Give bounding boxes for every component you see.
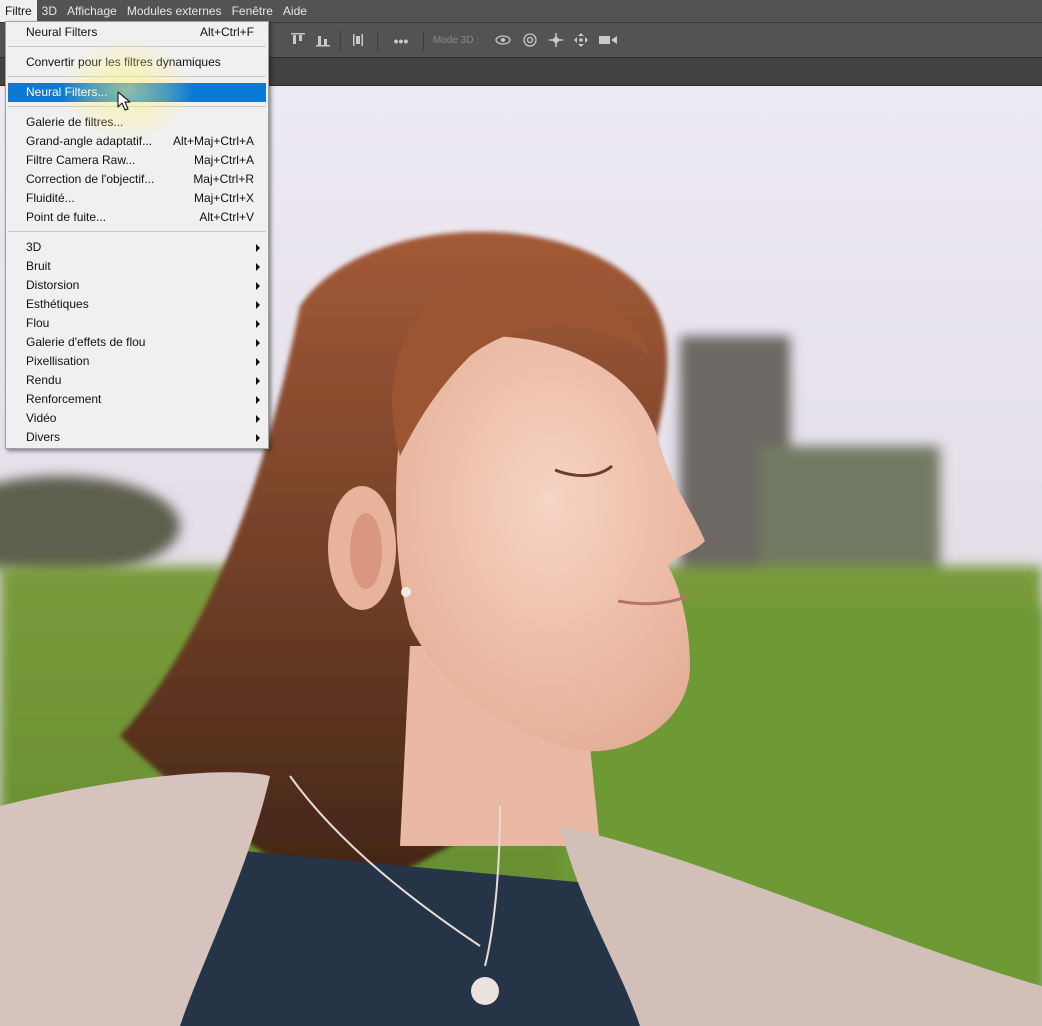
submenu-arrow-icon bbox=[256, 301, 260, 309]
align-bottom-icon[interactable] bbox=[316, 32, 330, 50]
menu-item-neural-filters[interactable]: Neural Filters... bbox=[8, 83, 266, 102]
menu-separator bbox=[8, 76, 266, 77]
submenu-arrow-icon bbox=[256, 415, 260, 423]
menu-item-liquify[interactable]: Fluidité... Maj+Ctrl+X bbox=[8, 189, 266, 208]
submenu-arrow-icon bbox=[256, 263, 260, 271]
submenu-video[interactable]: Vidéo bbox=[8, 409, 266, 428]
align-top-icon[interactable] bbox=[291, 32, 305, 50]
submenu-divers[interactable]: Divers bbox=[8, 428, 266, 447]
menu-item-filter-gallery[interactable]: Galerie de filtres... bbox=[8, 113, 266, 132]
submenu-rendu[interactable]: Rendu bbox=[8, 371, 266, 390]
orbit-3d-icon[interactable] bbox=[494, 32, 512, 50]
menu-item-adaptive-wide-angle[interactable]: Grand-angle adaptatif... Alt+Maj+Ctrl+A bbox=[8, 132, 266, 151]
distribute-icon[interactable] bbox=[351, 32, 365, 50]
submenu-flou[interactable]: Flou bbox=[8, 314, 266, 333]
filtre-dropdown-menu: Neural Filters Alt+Ctrl+F Convertir pour … bbox=[5, 21, 269, 449]
menu-item-lens-correction[interactable]: Correction de l'objectif... Maj+Ctrl+R bbox=[8, 170, 266, 189]
submenu-arrow-icon bbox=[256, 377, 260, 385]
more-options-icon[interactable]: ••• bbox=[390, 32, 412, 50]
mouse-pointer-icon bbox=[117, 91, 131, 111]
menu-item-convert-smart-filters[interactable]: Convertir pour les filtres dynamiques bbox=[8, 53, 266, 72]
menu-separator bbox=[8, 106, 266, 107]
separator bbox=[423, 31, 424, 51]
submenu-arrow-icon bbox=[256, 396, 260, 404]
scale-3d-icon[interactable] bbox=[598, 32, 618, 50]
menu-fenetre[interactable]: Fenêtre bbox=[227, 0, 278, 22]
menu-separator bbox=[8, 231, 266, 232]
submenu-galerie-effets-flou[interactable]: Galerie d'effets de flou bbox=[8, 333, 266, 352]
menu-separator bbox=[8, 46, 266, 47]
submenu-arrow-icon bbox=[256, 244, 260, 252]
menu-filtre[interactable]: Filtre bbox=[0, 0, 37, 22]
menu-affichage[interactable]: Affichage bbox=[62, 0, 122, 22]
submenu-bruit[interactable]: Bruit bbox=[8, 257, 266, 276]
menu-3d[interactable]: 3D bbox=[37, 0, 62, 22]
submenu-arrow-icon bbox=[256, 320, 260, 328]
menu-modules-externes[interactable]: Modules externes bbox=[122, 0, 227, 22]
submenu-3d[interactable]: 3D bbox=[8, 238, 266, 257]
roll-3d-icon[interactable] bbox=[521, 32, 539, 50]
menu-item-neural-filters-last[interactable]: Neural Filters Alt+Ctrl+F bbox=[8, 23, 266, 42]
menu-item-vanishing-point[interactable]: Point de fuite... Alt+Ctrl+V bbox=[8, 208, 266, 227]
submenu-arrow-icon bbox=[256, 282, 260, 290]
submenu-arrow-icon bbox=[256, 339, 260, 347]
submenu-arrow-icon bbox=[256, 434, 260, 442]
separator bbox=[377, 31, 378, 51]
menu-item-camera-raw-filter[interactable]: Filtre Camera Raw... Maj+Ctrl+A bbox=[8, 151, 266, 170]
slide-3d-icon[interactable] bbox=[572, 32, 590, 50]
submenu-pixellisation[interactable]: Pixellisation bbox=[8, 352, 266, 371]
submenu-esthetiques[interactable]: Esthétiques bbox=[8, 295, 266, 314]
submenu-distorsion[interactable]: Distorsion bbox=[8, 276, 266, 295]
menu-aide[interactable]: Aide bbox=[278, 0, 312, 22]
separator bbox=[340, 31, 341, 51]
mode-3d-label: Mode 3D : bbox=[433, 35, 480, 46]
submenu-renforcement[interactable]: Renforcement bbox=[8, 390, 266, 409]
submenu-arrow-icon bbox=[256, 358, 260, 366]
pan-3d-icon[interactable] bbox=[547, 32, 565, 50]
menu-bar: Filtre 3D Affichage Modules externes Fen… bbox=[0, 0, 1042, 22]
